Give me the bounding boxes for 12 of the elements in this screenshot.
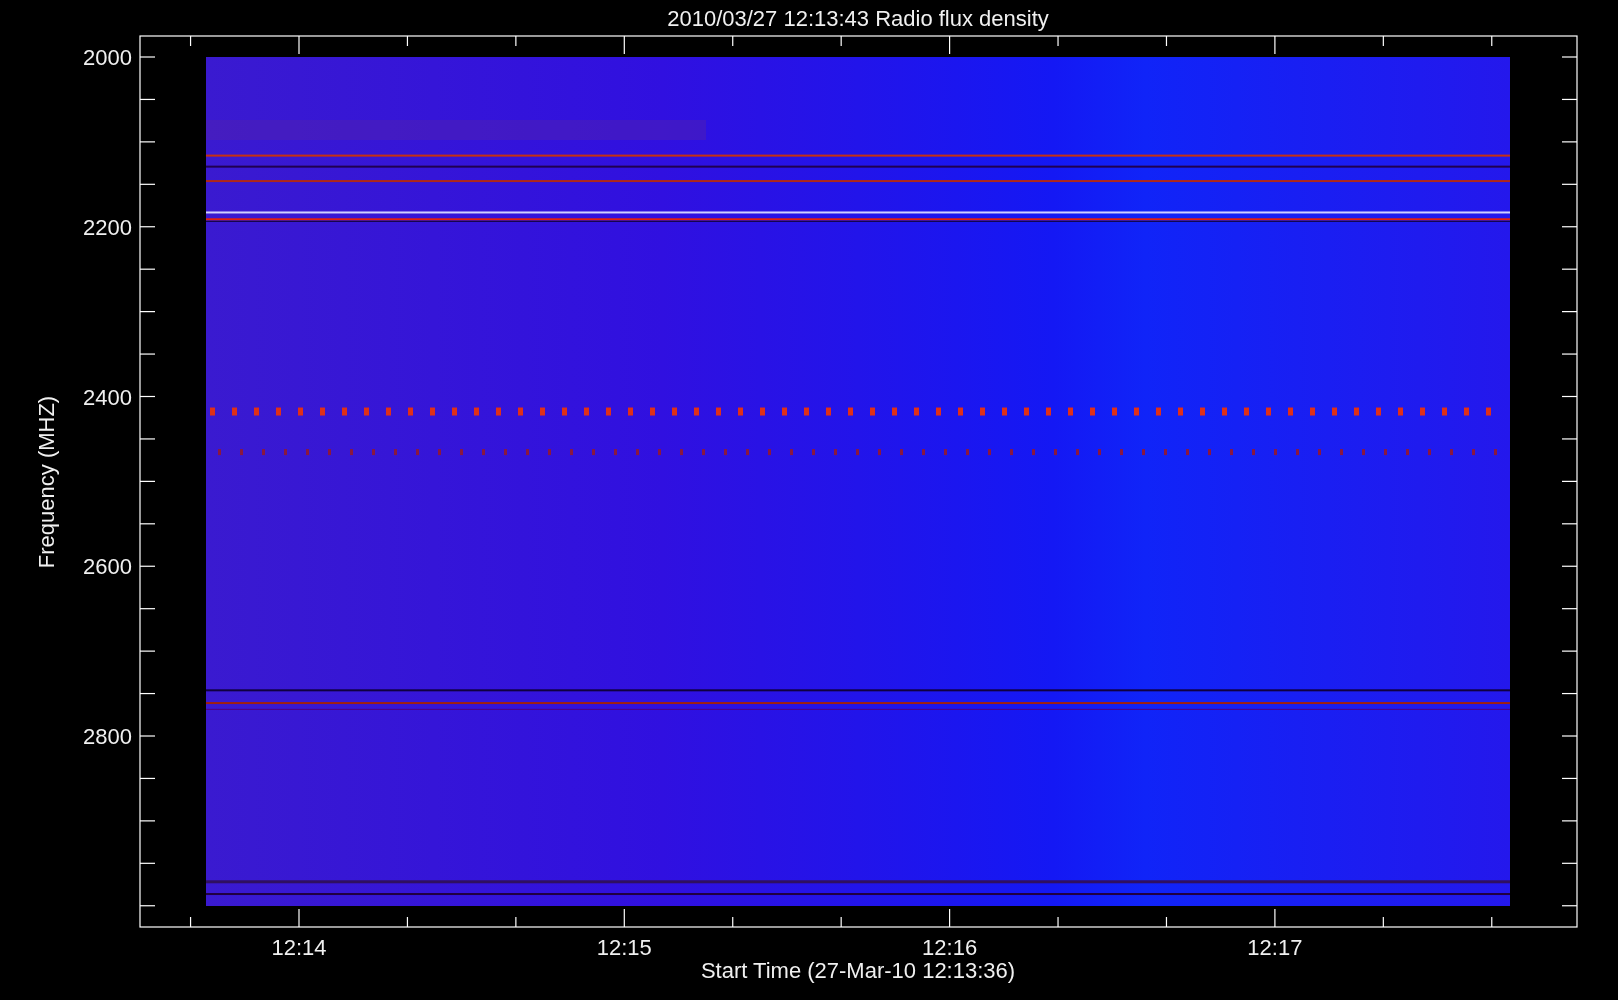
x-tick-label: 12:15 [596,935,652,960]
y-tick-label: 2800 [83,724,132,749]
y-tick-label: 2200 [83,214,132,240]
y-axis-label: Frequency (MHZ) [34,395,59,569]
x-tick-label: 12:16 [922,935,978,960]
y-tick-label: 2600 [83,554,132,580]
y-tick-label: 2400 [83,384,132,410]
y-tick-label: 2000 [83,45,132,70]
x-tick-label: 12:17 [1247,935,1303,960]
x-axis-label: Start Time (27-Mar-10 12:13:36) [700,958,1016,983]
chart-title: 2010/03/27 12:13:43 Radio flux density [667,6,1049,31]
x-tick-label: 12:14 [271,935,327,960]
